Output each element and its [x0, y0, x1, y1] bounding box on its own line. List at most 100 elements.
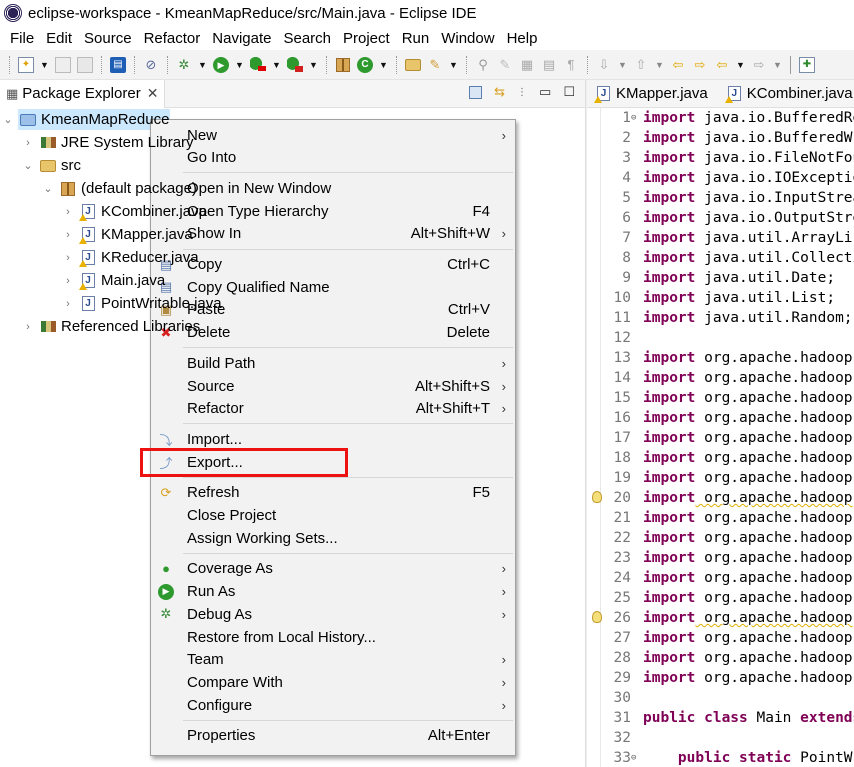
save-all-icon[interactable] [77, 56, 93, 73]
annotation-icon[interactable]: ⚲ [475, 57, 491, 73]
code-line[interactable]: 8 import java.util.Collections; [587, 248, 854, 268]
chevron-down-icon[interactable]: ⌄ [22, 159, 34, 172]
code-line[interactable]: 11 import java.util.Random; [587, 308, 854, 328]
code-line[interactable]: 24 import org.apache.hadoop [587, 568, 854, 588]
coverage-icon[interactable] [250, 56, 266, 73]
code-line[interactable]: 30 [587, 688, 854, 708]
chevron-right-icon[interactable]: › [22, 137, 34, 149]
back-icon[interactable]: ⇦ [714, 57, 730, 73]
code-line[interactable]: 2 import java.io.BufferedWriter; [587, 128, 854, 148]
menu-window[interactable]: Window [435, 30, 500, 47]
external-tools-icon[interactable] [287, 56, 303, 73]
chevron-right-icon[interactable]: › [62, 275, 74, 287]
previous-annotation-dropdown-icon[interactable]: ▼ [655, 60, 664, 70]
menu-search[interactable]: Search [277, 30, 337, 47]
menu-item-refresh[interactable]: ⟳ Refresh F5 [151, 482, 515, 504]
code-line[interactable]: 21 import org.apache.hadoop [587, 508, 854, 528]
code-line[interactable]: 13 import org.apache.hadoop [587, 348, 854, 368]
code-line[interactable]: 32 [587, 728, 854, 748]
debug-icon[interactable]: ✲ [176, 57, 192, 73]
menu-item-restore-from-local-history[interactable]: Restore from Local History... [151, 626, 515, 648]
close-icon[interactable]: ✕ [147, 85, 159, 102]
toggle-mark-occurrences-icon[interactable]: ✎ [497, 57, 513, 73]
search-icon[interactable]: ✎ [427, 57, 443, 73]
chevron-right-icon[interactable]: › [62, 229, 74, 241]
code-line[interactable]: 10 import java.util.List; [587, 288, 854, 308]
open-type-icon[interactable] [405, 57, 421, 73]
menu-item-delete[interactable]: ✖ Delete Delete [151, 322, 515, 344]
menu-item-show-in[interactable]: Show In Alt+Shift+W › [151, 223, 515, 245]
code-line[interactable]: 25 import org.apache.hadoop [587, 588, 854, 608]
menu-item-assign-working-sets[interactable]: Assign Working Sets... [151, 527, 515, 549]
run-dropdown-icon[interactable]: ▼ [235, 60, 244, 70]
code-line[interactable]: 5 import java.io.InputStreamReader; [587, 188, 854, 208]
menu-item-team[interactable]: Team › [151, 649, 515, 671]
new-icon[interactable]: ✦ [18, 56, 34, 73]
new-class-dropdown-icon[interactable]: ▼ [379, 60, 388, 70]
code-line[interactable]: 6 import java.io.OutputStreamWriter; [587, 208, 854, 228]
menu-item-properties[interactable]: Properties Alt+Enter [151, 725, 515, 747]
chevron-down-icon[interactable]: ⌄ [42, 182, 54, 195]
fold-toggle-icon[interactable]: ⊖ [631, 113, 643, 123]
link-with-editor-icon[interactable]: ⇆ [494, 84, 505, 100]
chevron-right-icon[interactable]: › [22, 321, 34, 333]
code-line[interactable]: 17 import org.apache.hadoop [587, 428, 854, 448]
menu-source[interactable]: Source [78, 30, 138, 47]
maximize-icon[interactable]: ☐ [563, 84, 575, 100]
chevron-down-icon[interactable]: ⌄ [2, 113, 14, 126]
chevron-right-icon[interactable]: › [62, 252, 74, 264]
save-icon[interactable] [55, 56, 71, 73]
previous-annotation-icon[interactable]: ⇧ [633, 57, 649, 73]
code-line[interactable]: 33⊖ public static PointWritable [587, 748, 854, 767]
back-dropdown-icon[interactable]: ▼ [736, 60, 745, 70]
warning-lightbulb-icon[interactable] [592, 611, 602, 623]
code-line[interactable]: 20 import org.apache.hadoop [587, 488, 854, 508]
code-line[interactable]: 19 import org.apache.hadoop [587, 468, 854, 488]
menu-refactor[interactable]: Refactor [138, 30, 207, 47]
package-explorer-tab[interactable]: ▦ Package Explorer ✕ [0, 79, 166, 108]
minimize-icon[interactable]: ▭ [539, 84, 551, 100]
editor-tab-kmapper[interactable]: J KMapper.java [587, 85, 718, 103]
new-dropdown-icon[interactable]: ▼ [40, 60, 49, 70]
new-class-icon[interactable]: C [357, 56, 373, 73]
code-line[interactable]: 3 import java.io.FileNotFoundException; [587, 148, 854, 168]
code-line[interactable]: 28 import org.apache.hadoop [587, 648, 854, 668]
menu-help[interactable]: Help [501, 30, 544, 47]
code-line[interactable]: 29 import org.apache.hadoop [587, 668, 854, 688]
menu-file[interactable]: File [4, 30, 40, 47]
last-edit-icon[interactable]: ⇦ [670, 57, 686, 73]
code-line[interactable]: 31 public class Main extends [587, 708, 854, 728]
code-area[interactable]: 1⊖import java.io.BufferedReader;2import … [587, 108, 854, 767]
search-dropdown-icon[interactable]: ▼ [449, 60, 458, 70]
menu-item-open-in-new-window[interactable]: Open in New Window [151, 177, 515, 199]
warning-lightbulb-icon[interactable] [592, 491, 602, 503]
code-line[interactable]: 1⊖import java.io.BufferedReader; [587, 108, 854, 128]
code-line[interactable]: 12 [587, 328, 854, 348]
code-line[interactable]: 15 import org.apache.hadoop [587, 388, 854, 408]
code-line[interactable]: 23 import org.apache.hadoop [587, 548, 854, 568]
forward-icon[interactable]: ⇨ [751, 57, 767, 73]
next-annotation-icon[interactable]: ⇩ [596, 57, 612, 73]
code-line[interactable]: 7 import java.util.ArrayList; [587, 228, 854, 248]
chevron-right-icon[interactable]: › [62, 298, 74, 310]
code-line[interactable]: 26 import org.apache.hadoop [587, 608, 854, 628]
menu-edit[interactable]: Edit [40, 30, 78, 47]
menu-item-configure[interactable]: Configure › [151, 694, 515, 716]
code-line[interactable]: 14 import org.apache.hadoop [587, 368, 854, 388]
menu-item-build-path[interactable]: Build Path › [151, 352, 515, 374]
menu-item-copy[interactable]: ▤ Copy Ctrl+C [151, 254, 515, 276]
debug-dropdown-icon[interactable]: ▼ [198, 60, 207, 70]
menu-item-go-into[interactable]: Go Into [151, 147, 515, 169]
menu-item-coverage-as[interactable]: ● Coverage As › [151, 558, 515, 580]
new-package-icon[interactable] [335, 57, 351, 73]
coverage-dropdown-icon[interactable]: ▼ [272, 60, 281, 70]
next-annotation-dropdown-icon[interactable]: ▼ [618, 60, 627, 70]
menu-item-compare-with[interactable]: Compare With › [151, 671, 515, 693]
code-line[interactable]: 4 import java.io.IOException; [587, 168, 854, 188]
show-whitespace-icon[interactable]: ¶ [563, 57, 579, 73]
next-edit-icon[interactable]: ⇨ [692, 57, 708, 73]
menu-item-source[interactable]: Source Alt+Shift+S › [151, 375, 515, 397]
menu-item-new[interactable]: New › [151, 124, 515, 146]
skip-breakpoints-icon[interactable]: ⊘ [143, 57, 159, 73]
terminal-icon[interactable]: ▤ [110, 56, 126, 73]
